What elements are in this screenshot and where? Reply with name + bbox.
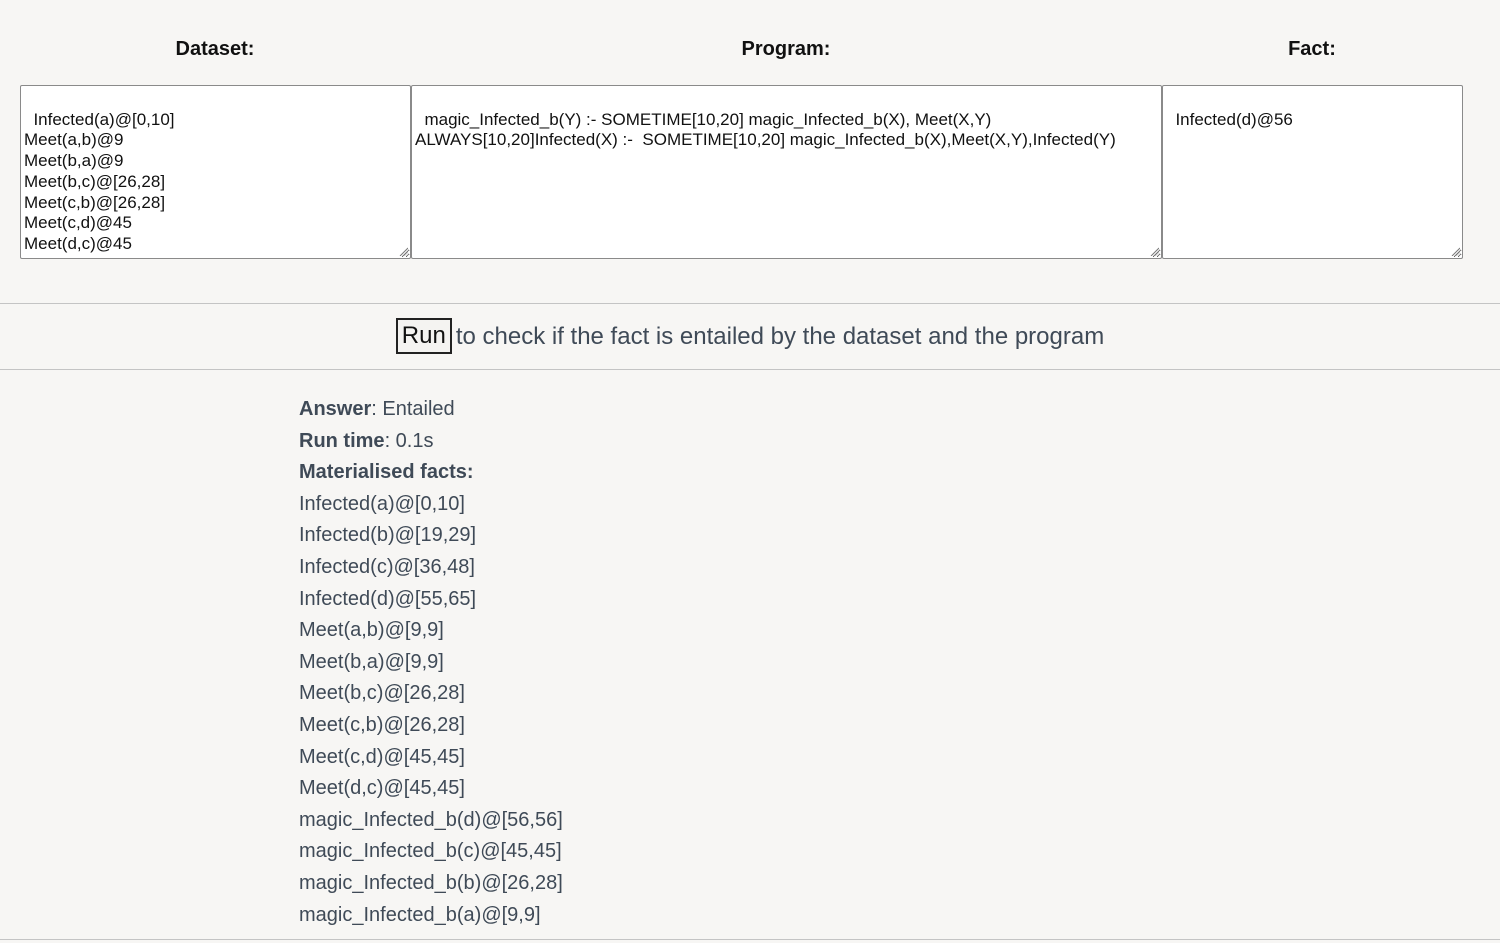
materialised-facts-heading: Materialised facts: (299, 461, 474, 484)
program-heading: Program: (741, 38, 831, 60)
program-textarea[interactable]: magic_Infected_b(Y) :- SOMETIME[10,20] m… (411, 85, 1162, 259)
run-button[interactable]: Run (395, 318, 452, 354)
fact-item: Infected(d)@[55,65] (299, 587, 477, 610)
runtime-value: : 0.1s (384, 429, 434, 452)
run-row: Run to check if the fact is entailed by t… (0, 318, 1500, 356)
fact-textarea[interactable]: Infected(d)@56 (1162, 85, 1463, 259)
resize-grip-icon[interactable] (398, 246, 408, 256)
runtime-label: Run time (299, 429, 385, 452)
materialised-facts-list: Infected(a)@[0,10] Infected(b)@[19,29] I… (299, 489, 563, 931)
middle-divider (0, 369, 1500, 370)
fact-item: magic_Infected_b(a)@[9,9] (299, 903, 541, 926)
fact-item: magic_Infected_b(d)@[56,56] (299, 808, 563, 831)
fact-item: Meet(c,d)@[45,45] (299, 745, 465, 768)
answer-value: : Entailed (371, 398, 455, 420)
fact-item: Meet(b,c)@[26,28] (299, 682, 465, 705)
resize-grip-icon[interactable] (1149, 246, 1159, 256)
fact-item: Infected(a)@[0,10] (299, 492, 465, 515)
fact-heading: Fact: (1288, 38, 1336, 60)
results-panel: Answer: Entailed Run time: 0.1s Material… (299, 394, 563, 931)
bottom-divider (0, 939, 1500, 940)
fact-item: Meet(b,a)@[9,9] (299, 650, 444, 673)
dataset-text: Infected(a)@[0,10] Meet(a,b)@9 Meet(b,a)… (24, 109, 215, 258)
fact-item: Meet(c,b)@[26,28] (299, 713, 465, 736)
fact-item: Infected(c)@[36,48] (299, 555, 475, 578)
resize-grip-icon[interactable] (1450, 246, 1460, 256)
answer-line: Answer: Entailed (299, 394, 563, 426)
fact-item: magic_Infected_b(c)@[45,45] (299, 840, 562, 863)
fact-item: Meet(a,b)@[9,9] (299, 619, 444, 642)
dataset-textarea[interactable]: Infected(a)@[0,10] Meet(a,b)@9 Meet(b,a)… (20, 85, 411, 259)
fact-item: Infected(b)@[19,29] (299, 524, 477, 547)
program-text: magic_Infected_b(Y) :- SOMETIME[10,20] m… (415, 109, 1116, 150)
runtime-line: Run time: 0.1s (299, 426, 563, 458)
fact-text: Infected(d)@56 (1175, 109, 1293, 129)
fact-item: Meet(d,c)@[45,45] (299, 777, 465, 800)
run-description: to check if the fact is entailed by the … (455, 323, 1105, 350)
dataset-heading: Dataset: (175, 38, 255, 60)
fact-item: magic_Infected_b(b)@[26,28] (299, 871, 563, 894)
top-divider (0, 303, 1500, 304)
answer-label: Answer (299, 398, 372, 420)
